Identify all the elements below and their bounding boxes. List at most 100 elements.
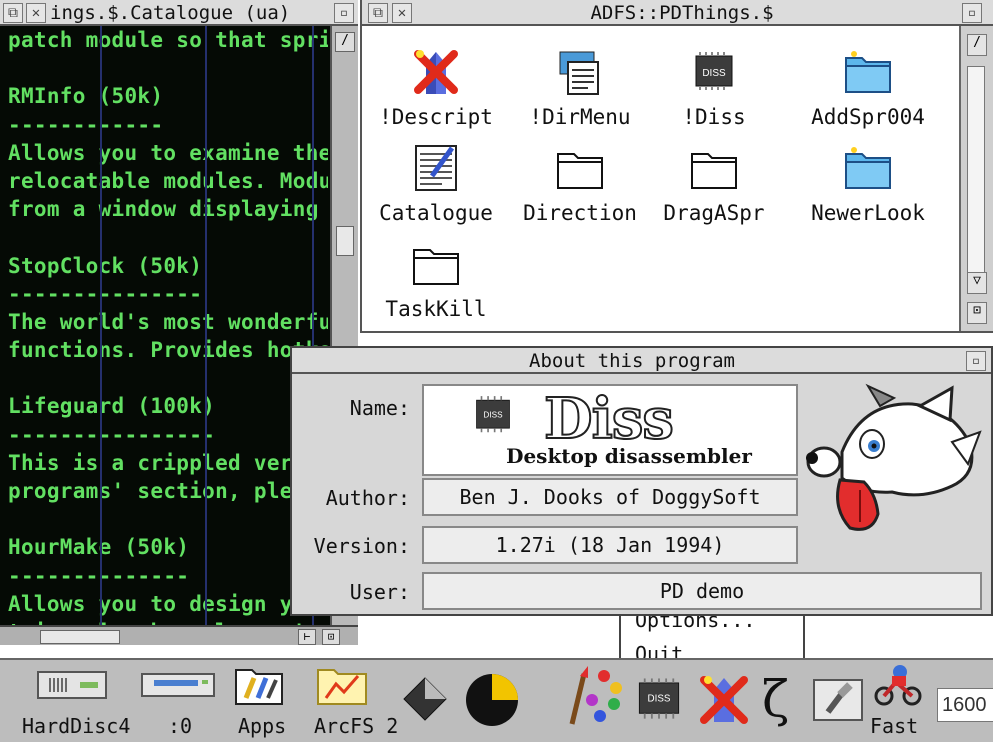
icon-bar: HardDisc4 :0 Apps ArcFS 2 DISS ζ Fast 16… [0, 658, 993, 742]
iconbar-label-harddisc: HardDisc4 [22, 714, 131, 738]
application-x-icon[interactable] [696, 668, 752, 728]
iconbar-clock[interactable]: 1600 [937, 688, 993, 722]
diss-chip-icon: DISS [695, 52, 733, 90]
blue-folder-icon [845, 51, 891, 93]
filer-item-label: !Descript [379, 105, 493, 129]
catalogue-line: This is a crippled versi [8, 450, 319, 475]
arcfs-folder-icon [317, 669, 367, 705]
back-icon[interactable]: ⧉ [368, 3, 388, 23]
filer-item-direction[interactable]: Direction [510, 140, 650, 226]
filer-item-label: Direction [523, 201, 637, 225]
application-document-icon [559, 51, 599, 95]
catalogue-line: RMInfo (50k) [8, 84, 164, 109]
toggle-size-icon[interactable]: ▫ [966, 351, 986, 371]
filer-scroll-thumb[interactable] [967, 66, 985, 286]
filer-vertical-scrollbar[interactable]: / ▽ ⊡ [959, 26, 993, 331]
catalogue-line: The world's most wonderful [8, 309, 328, 334]
catalogue-hscroll-thumb[interactable] [40, 630, 120, 644]
author-label: Author: [325, 486, 410, 510]
text-file-icon [415, 145, 457, 191]
hard-disc-icon [37, 671, 107, 699]
filer-item-addspr004[interactable]: AddSpr004 [798, 44, 938, 130]
catalogue-scroll-thumb[interactable] [336, 226, 354, 256]
filer-item-label: Catalogue [379, 201, 493, 225]
close-icon[interactable]: ✕ [392, 3, 412, 23]
catalogue-line: Allows you to examine the [8, 140, 328, 165]
author-value: Ben J. Dooks of DoggySoft [422, 478, 798, 516]
menu-item-options[interactable]: Options... [635, 616, 755, 632]
diamond-icon[interactable] [402, 676, 448, 722]
user-label: User: [349, 580, 410, 604]
filer-titlebar[interactable]: ⧉ ✕ ADFS::PDThings.$ ▫ [362, 0, 993, 26]
iconbar-apps[interactable] [232, 662, 286, 712]
filer-item-label: TaskKill [385, 297, 487, 321]
scroll-up-arrow-icon[interactable]: / [967, 34, 987, 56]
folder-icon [691, 153, 737, 189]
program-name-logo: DISS Diss Desktop disassembler [422, 384, 798, 476]
iconbar-label-apps: Apps [238, 714, 287, 738]
catalogue-line: -------------- [8, 563, 190, 588]
filer-window[interactable]: ⧉ ✕ ADFS::PDThings.$ ▫ !Descript !DirMen… [360, 0, 993, 333]
application-x-icon [414, 50, 458, 94]
filer-item-label: NewerLook [811, 201, 925, 225]
filer-item-dirmenu[interactable]: !DirMenu [510, 44, 650, 130]
catalogue-line: StopClock (50k) [8, 253, 203, 278]
diss-chip-icon: DISS [476, 396, 510, 433]
scroll-right-arrow-icon[interactable]: ⊢ [298, 629, 316, 645]
toggle-size-icon[interactable]: ▫ [334, 3, 354, 23]
filer-title: ADFS::PDThings.$ [590, 2, 774, 24]
folder-icon [557, 153, 603, 189]
folder-icon [413, 249, 459, 285]
configure-tool-icon[interactable] [810, 674, 866, 726]
iconbar-harddisc[interactable] [36, 666, 108, 704]
catalogue-line: programs' section, plea [8, 479, 306, 503]
resize-icon[interactable]: ⊡ [967, 302, 987, 324]
close-icon[interactable]: ✕ [26, 3, 46, 23]
catalogue-text[interactable]: patch module so that spri RMInfo (50k) ---… [8, 26, 328, 626]
toggle-size-icon[interactable]: ▫ [962, 3, 982, 23]
catalogue-line: from a window displaying t [8, 197, 328, 222]
paint-palette-icon[interactable] [566, 664, 626, 730]
about-titlebar[interactable]: About this program ▫ [292, 348, 991, 374]
filer-item-label: AddSpr004 [811, 105, 925, 129]
diss-logo-subtitle: Desktop disassembler [506, 444, 752, 468]
motorbike-speed-icon[interactable] [872, 662, 924, 706]
svg-text:DISS: DISS [702, 68, 726, 79]
catalogue-horizontal-scrollbar[interactable]: ⊢ ⊡ [0, 625, 358, 645]
catalogue-line: HourMake (50k) [8, 535, 190, 560]
filer-item-catalogue[interactable]: Catalogue [366, 140, 506, 226]
catalogue-line: --------------- [8, 281, 203, 306]
catalogue-titlebar[interactable]: ⧉ ✕ ings.$.Catalogue (ua) ▫ [0, 0, 358, 26]
about-window[interactable]: About this program ▫ Name: DISS Diss Des… [290, 346, 993, 616]
iconbar-arcfs[interactable] [314, 662, 370, 712]
diss-chip-icon[interactable]: DISS [632, 674, 686, 724]
about-title: About this program [529, 350, 735, 372]
catalogue-line [8, 54, 328, 82]
catalogue-line: functions. Provides hotke [8, 338, 328, 363]
filer-item-label: !DirMenu [529, 105, 631, 129]
catalogue-line [8, 223, 328, 251]
filer-item-diss[interactable]: DISS !Diss [644, 44, 784, 130]
version-label: Version: [313, 534, 410, 558]
scroll-down-arrow-icon[interactable]: ▽ [967, 272, 987, 294]
catalogue-line: Lifeguard (100k) [8, 394, 216, 419]
floppy-drive-icon [141, 673, 215, 697]
filer-item-newerlook[interactable]: NewerLook [798, 140, 938, 226]
iconbar-label-fast: Fast [870, 714, 919, 738]
catalogue-line [8, 364, 328, 392]
filer-item-dragaspr[interactable]: DragASpr [644, 140, 784, 226]
scroll-up-arrow-icon[interactable]: / [335, 32, 355, 52]
catalogue-line: ---------------- [8, 422, 216, 447]
iconbar-floppy[interactable] [140, 666, 216, 704]
back-icon[interactable]: ⧉ [3, 3, 23, 23]
iconbar-label-arcfs: ArcFS 2 [314, 714, 399, 738]
name-label: Name: [349, 396, 410, 420]
resize-icon[interactable]: ⊡ [322, 629, 340, 645]
zeta-icon[interactable]: ζ [762, 670, 789, 728]
catalogue-line: Allows you to design yo [8, 591, 306, 616]
task-manager-pie-icon[interactable] [464, 672, 520, 728]
filer-item-taskkill[interactable]: TaskKill [366, 236, 506, 322]
diss-logo-text: Diss [543, 385, 675, 453]
filer-item-label: !Diss [682, 105, 746, 129]
filer-item-descript[interactable]: !Descript [366, 44, 506, 130]
